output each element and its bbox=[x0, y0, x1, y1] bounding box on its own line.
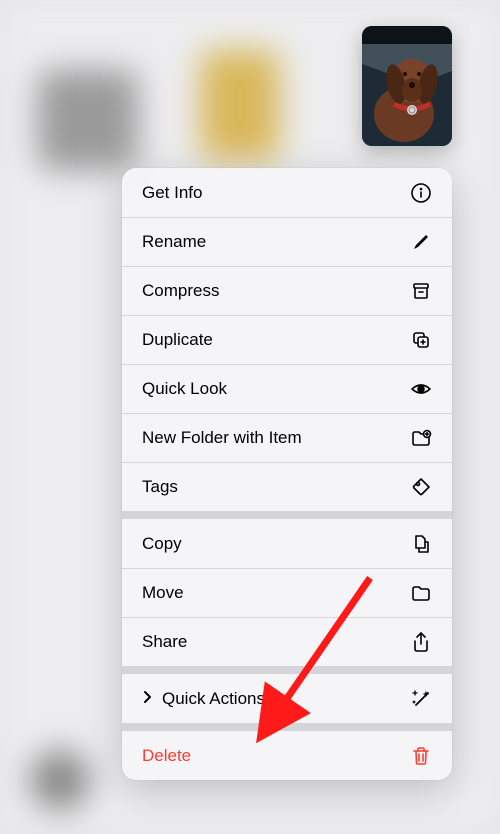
menu-item-label: Rename bbox=[142, 232, 410, 252]
tags-item[interactable]: Tags bbox=[122, 462, 452, 511]
menu-item-label: Share bbox=[142, 632, 410, 652]
pencil-icon bbox=[410, 231, 432, 253]
new-folder-with-item[interactable]: New Folder with Item bbox=[122, 413, 452, 462]
trash-icon bbox=[410, 745, 432, 767]
share-icon bbox=[410, 631, 432, 653]
delete-item[interactable]: Delete bbox=[122, 731, 452, 780]
move-item[interactable]: Move bbox=[122, 568, 452, 617]
menu-group-4: Delete bbox=[122, 731, 452, 780]
sparkle-wand-icon bbox=[410, 688, 432, 710]
menu-separator bbox=[122, 666, 452, 674]
menu-separator bbox=[122, 723, 452, 731]
quick-actions-item[interactable]: Quick Actions bbox=[122, 674, 452, 723]
menu-item-label: Compress bbox=[142, 281, 410, 301]
menu-item-label: Get Info bbox=[142, 183, 410, 203]
menu-separator bbox=[122, 511, 452, 519]
menu-item-label: Delete bbox=[142, 746, 410, 766]
copy-item[interactable]: Copy bbox=[122, 519, 452, 568]
copy-docs-icon bbox=[410, 533, 432, 555]
menu-item-label: Copy bbox=[142, 534, 410, 554]
info-icon bbox=[410, 182, 432, 204]
dog-photo-icon bbox=[362, 26, 452, 146]
file-thumbnail[interactable] bbox=[362, 26, 452, 146]
archive-icon bbox=[410, 280, 432, 302]
share-item[interactable]: Share bbox=[122, 617, 452, 666]
compress-item[interactable]: Compress bbox=[122, 266, 452, 315]
menu-item-label: Tags bbox=[142, 477, 410, 497]
context-menu: Get Info Rename Compress Duplicate Quick… bbox=[122, 168, 452, 780]
folder-plus-icon bbox=[410, 427, 432, 449]
get-info-item[interactable]: Get Info bbox=[122, 168, 452, 217]
menu-group-3: Quick Actions bbox=[122, 674, 452, 723]
duplicate-item[interactable]: Duplicate bbox=[122, 315, 452, 364]
duplicate-icon bbox=[410, 329, 432, 351]
menu-item-label: New Folder with Item bbox=[142, 428, 410, 448]
quick-look-item[interactable]: Quick Look bbox=[122, 364, 452, 413]
menu-item-label: Quick Actions bbox=[162, 689, 410, 709]
tag-icon bbox=[410, 476, 432, 498]
menu-group-2: Copy Move Share bbox=[122, 519, 452, 666]
menu-item-label: Quick Look bbox=[142, 379, 410, 399]
menu-item-label: Duplicate bbox=[142, 330, 410, 350]
chevron-right-icon bbox=[142, 689, 152, 709]
menu-group-1: Get Info Rename Compress Duplicate Quick… bbox=[122, 168, 452, 511]
menu-item-label: Move bbox=[142, 583, 410, 603]
eye-icon bbox=[410, 378, 432, 400]
folder-icon bbox=[410, 582, 432, 604]
rename-item[interactable]: Rename bbox=[122, 217, 452, 266]
